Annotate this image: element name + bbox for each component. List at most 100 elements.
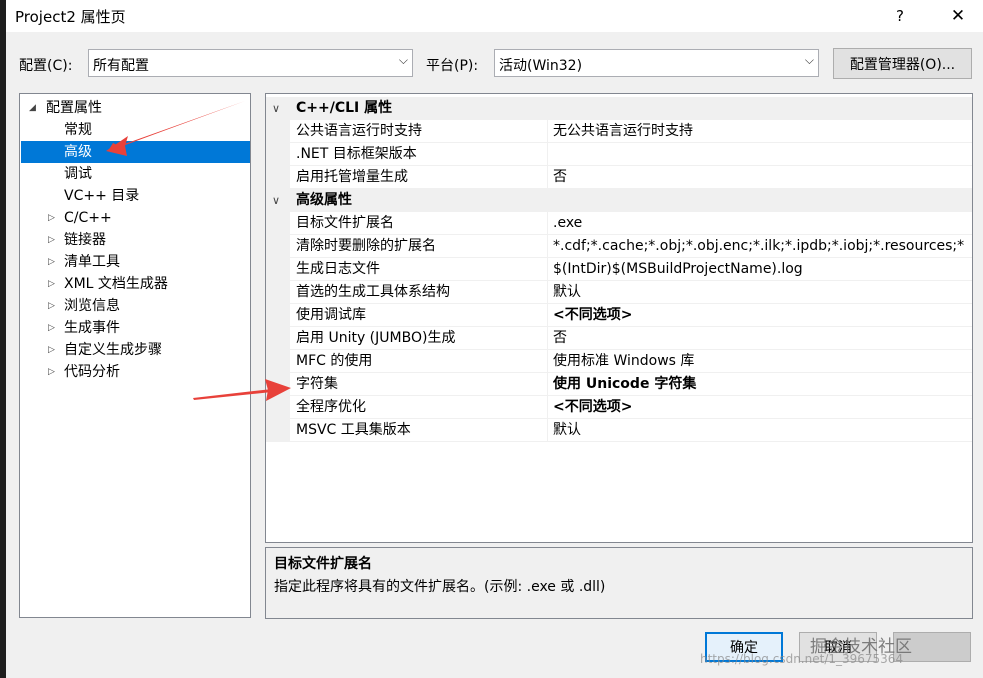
property-value[interactable]: 使用标准 Windows 库 <box>553 350 694 373</box>
help-button[interactable]: ? <box>878 2 922 30</box>
row-gutter <box>266 258 290 281</box>
platform-value: 活动(Win32) <box>499 58 583 74</box>
row-gutter <box>266 327 290 350</box>
tree-item-label: 常规 <box>64 122 92 138</box>
property-row[interactable]: 清除时要删除的扩展名 *.cdf;*.cache;*.obj;*.obj.enc;… <box>266 235 972 258</box>
property-row[interactable]: 启用托管增量生成 否 <box>266 166 972 189</box>
configuration-combobox[interactable]: 所有配置 ⌵ <box>88 49 413 77</box>
property-name: 启用托管增量生成 <box>296 169 408 185</box>
property-row[interactable]: 生成日志文件 $(IntDir)$(MSBuildProjectName).log <box>266 258 972 281</box>
close-button[interactable]: ✕ <box>936 2 980 30</box>
column-divider[interactable] <box>547 373 548 396</box>
collapsed-triangle-icon[interactable]: ▷ <box>48 273 55 295</box>
column-divider[interactable] <box>547 258 548 281</box>
property-row[interactable]: 字符集 使用 Unicode 字符集 <box>266 373 972 396</box>
property-value[interactable]: .exe <box>553 212 582 235</box>
property-row[interactable]: 全程序优化 <不同选项> <box>266 396 972 419</box>
category-name: C++/CLI 属性 <box>296 100 393 116</box>
property-grid[interactable]: ∨ C++/CLI 属性公共语言运行时支持 无公共语言运行时支持 .NET 目标框架版… <box>265 93 973 543</box>
property-category[interactable]: ∨ 高级属性 <box>266 189 972 212</box>
column-divider[interactable] <box>547 120 548 143</box>
platform-combobox[interactable]: 活动(Win32) ⌵ <box>494 49 819 77</box>
property-value[interactable]: 否 <box>553 327 567 350</box>
column-divider[interactable] <box>547 396 548 419</box>
tree-item-label: 自定义生成步骤 <box>64 342 162 358</box>
property-value[interactable]: 无公共语言运行时支持 <box>553 120 693 143</box>
property-value[interactable]: 默认 <box>553 419 581 442</box>
tree-item-label: C/C++ <box>64 210 112 226</box>
collapsed-triangle-icon[interactable]: ▷ <box>48 317 55 339</box>
chevron-down-icon[interactable]: ∨ <box>272 97 280 120</box>
property-pages-dialog: Project2 属性页 ? ✕ 配置(C): 所有配置 ⌵ 平台(P): 活动… <box>6 0 983 678</box>
property-value[interactable]: 默认 <box>553 281 581 304</box>
configuration-manager-button[interactable]: 配置管理器(O)... <box>833 48 972 79</box>
expanded-triangle-icon[interactable]: ◢ <box>29 97 36 119</box>
tree-item[interactable]: ▷ 浏览信息 <box>21 295 250 317</box>
property-value[interactable]: <不同选项> <box>553 304 632 327</box>
property-row[interactable]: MSVC 工具集版本 默认 <box>266 419 972 442</box>
column-divider[interactable] <box>547 166 548 189</box>
tree-item-label: 链接器 <box>64 232 106 248</box>
property-row[interactable]: 使用调试库 <不同选项> <box>266 304 972 327</box>
column-divider[interactable] <box>547 419 548 442</box>
collapsed-triangle-icon[interactable]: ▷ <box>48 251 55 273</box>
category-name: 高级属性 <box>296 192 352 208</box>
collapsed-triangle-icon[interactable]: ▷ <box>48 207 55 229</box>
tree-item[interactable]: 调试 <box>21 163 250 185</box>
row-gutter <box>266 120 290 143</box>
tree-item[interactable]: ▷ C/C++ <box>21 207 250 229</box>
tree-item-label: XML 文档生成器 <box>64 276 168 292</box>
property-value[interactable]: 否 <box>553 166 567 189</box>
property-value[interactable]: *.cdf;*.cache;*.obj;*.obj.enc;*.ilk;*.ip… <box>553 235 964 258</box>
collapsed-triangle-icon[interactable]: ▷ <box>48 295 55 317</box>
property-tree[interactable]: ◢ 配置属性 常规 高级 调试 VC++ 目录 ▷ C/C++ ▷ 链接器 ▷ 清单工具 ▷ XML 文档… <box>19 93 251 618</box>
column-divider[interactable] <box>547 143 548 166</box>
row-gutter <box>266 373 290 396</box>
row-gutter <box>266 281 290 304</box>
property-name: MSVC 工具集版本 <box>296 422 411 438</box>
chevron-down-icon: ⌵ <box>804 53 814 67</box>
property-name: 字符集 <box>296 376 338 392</box>
property-value[interactable]: 使用 Unicode 字符集 <box>553 373 696 396</box>
column-divider[interactable] <box>547 281 548 304</box>
row-gutter <box>266 143 290 166</box>
chevron-down-icon[interactable]: ∨ <box>272 189 280 212</box>
tree-item[interactable]: ◢ 配置属性 <box>21 97 250 119</box>
row-divider <box>290 441 972 442</box>
property-row[interactable]: .NET 目标框架版本 <box>266 143 972 166</box>
column-divider[interactable] <box>547 350 548 373</box>
row-gutter <box>266 235 290 258</box>
property-name: 目标文件扩展名 <box>296 215 394 231</box>
tree-item[interactable]: ▷ 自定义生成步骤 <box>21 339 250 361</box>
property-value[interactable]: $(IntDir)$(MSBuildProjectName).log <box>553 258 803 281</box>
tree-item[interactable]: VC++ 目录 <box>21 185 250 207</box>
tree-item[interactable]: ▷ 链接器 <box>21 229 250 251</box>
column-divider[interactable] <box>547 235 548 258</box>
tree-item[interactable]: ▷ 生成事件 <box>21 317 250 339</box>
row-gutter <box>266 212 290 235</box>
property-row[interactable]: MFC 的使用 使用标准 Windows 库 <box>266 350 972 373</box>
property-row[interactable]: 公共语言运行时支持 无公共语言运行时支持 <box>266 120 972 143</box>
property-value[interactable]: <不同选项> <box>553 396 632 419</box>
column-divider[interactable] <box>547 327 548 350</box>
column-divider[interactable] <box>547 212 548 235</box>
column-divider[interactable] <box>547 304 548 327</box>
collapsed-triangle-icon[interactable]: ▷ <box>48 339 55 361</box>
collapsed-triangle-icon[interactable]: ▷ <box>48 229 55 251</box>
tree-item[interactable]: ▷ XML 文档生成器 <box>21 273 250 295</box>
property-name: 清除时要删除的扩展名 <box>296 238 436 254</box>
property-row[interactable]: 启用 Unity (JUMBO)生成 否 <box>266 327 972 350</box>
chevron-down-icon: ⌵ <box>398 53 408 67</box>
property-row[interactable]: 目标文件扩展名 .exe <box>266 212 972 235</box>
tree-item-label: 调试 <box>64 166 92 182</box>
tree-item[interactable]: ▷ 代码分析 <box>21 361 250 383</box>
tree-item[interactable]: 高级 <box>21 141 250 163</box>
collapsed-triangle-icon[interactable]: ▷ <box>48 361 55 383</box>
tree-item[interactable]: 常规 <box>21 119 250 141</box>
property-category[interactable]: ∨ C++/CLI 属性 <box>266 97 972 120</box>
row-gutter <box>266 166 290 189</box>
configuration-value: 所有配置 <box>93 58 149 74</box>
tree-item-label: 清单工具 <box>64 254 120 270</box>
tree-item[interactable]: ▷ 清单工具 <box>21 251 250 273</box>
property-row[interactable]: 首选的生成工具体系结构 默认 <box>266 281 972 304</box>
